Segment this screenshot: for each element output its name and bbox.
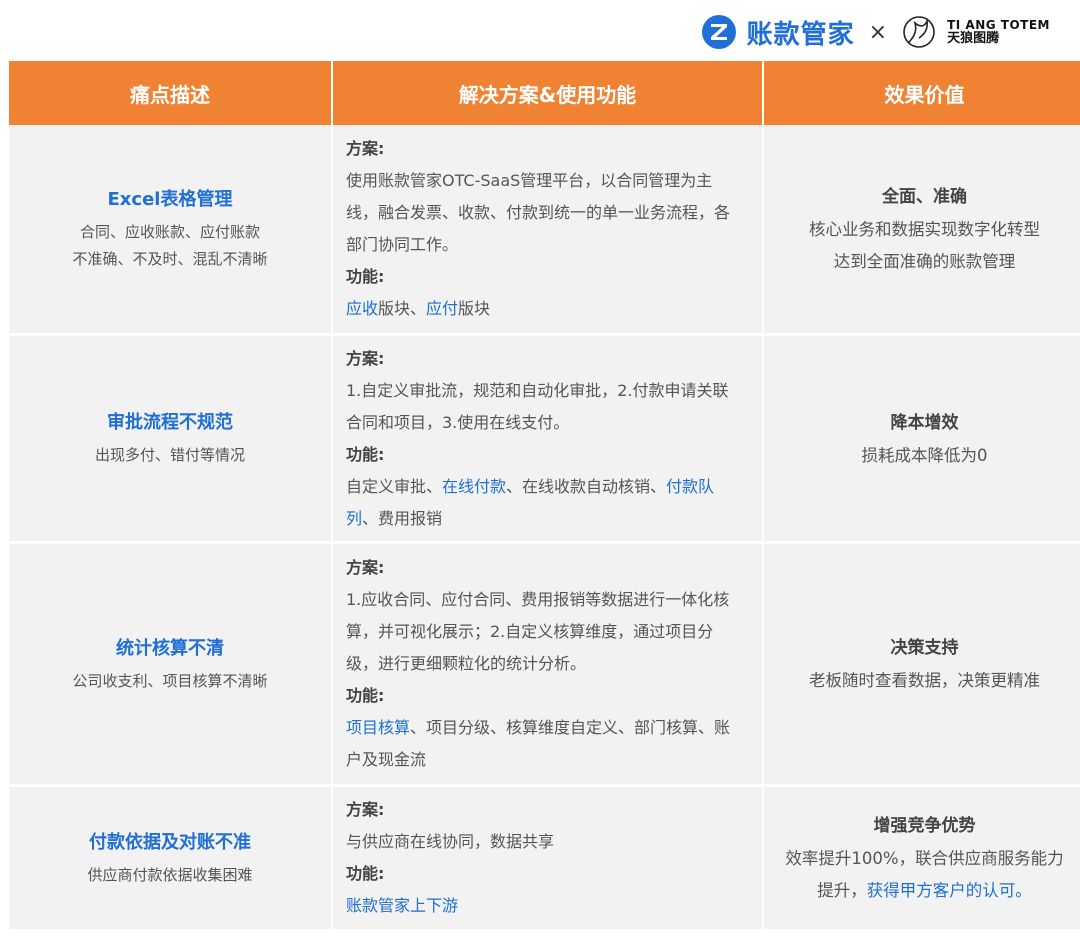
app-name: 账款管家 — [746, 19, 855, 50]
function-list: 应收版块、应付版块 — [346, 293, 742, 325]
plan-text: 使用账款管家OTC-SaaS管理平台，以合同管理为主线，融合发票、收款、付款到统… — [346, 171, 731, 254]
function-link[interactable]: 项目核算 — [346, 718, 410, 737]
value-title: 决策支持 — [890, 638, 959, 658]
solution-table: 痛点描述 解决方案&使用功能 效果价值 Excel表格管理 合同、应收账款、应付… — [9, 61, 1080, 932]
plan-text: 与供应商在线协同，数据共享 — [346, 832, 555, 851]
pain-cell: 审批流程不规范 出现多付、错付等情况 — [9, 336, 333, 544]
value-cell: 决策支持 老板随时查看数据，决策更精准 — [764, 544, 1080, 787]
pain-cell: 统计核算不清 公司收支利、项目核算不清晰 — [9, 544, 333, 787]
plan-label: 方案: — [346, 139, 385, 158]
table-row: Excel表格管理 合同、应收账款、应付账款 不准确、不及时、混乱不清晰 方案:… — [9, 125, 1080, 336]
function-label: 功能: — [346, 864, 385, 883]
value-cell: 降本增效 损耗成本降低为0 — [764, 336, 1080, 544]
table-row: 统计核算不清 公司收支利、项目核算不清晰 方案: 1.应收合同、应付合同、费用报… — [9, 544, 1080, 787]
function-list: 自定义审批、在线付款、在线收款自动核销、付款队列、费用报销 — [346, 471, 742, 535]
function-list: 项目核算、项目分级、核算维度自定义、部门核算、账户及现金流 — [346, 712, 742, 776]
pain-title: Excel表格管理 — [107, 189, 233, 210]
solution-cell: 方案: 使用账款管家OTC-SaaS管理平台，以合同管理为主线，融合发票、收款、… — [333, 125, 764, 336]
pain-title: 付款依据及对账不准 — [89, 831, 251, 853]
pain-desc-line: 供应商付款依据收集困难 — [87, 865, 253, 884]
function-label: 功能: — [346, 686, 385, 705]
pain-desc-line: 不准确、不及时、混乱不清晰 — [72, 250, 268, 268]
pain-title: 统计核算不清 — [116, 637, 224, 659]
value-desc-link[interactable]: 获得甲方客户的认可。 — [867, 881, 1032, 900]
plan-text: 1.应收合同、应付合同、费用报销等数据进行一体化核算，并可视化展示；2.自定义核… — [346, 590, 730, 673]
plan-text: 1.自定义审批流，规范和自动化审批，2.付款申请关联合同和项目，3.使用在线支付… — [346, 380, 729, 432]
plan-label: 方案: — [346, 558, 385, 577]
partner-name-en: TI ANG TOTEM — [947, 18, 1050, 32]
function-list: 账款管家上下游 — [346, 890, 742, 922]
value-title: 全面、准确 — [882, 187, 967, 207]
function-label: 功能: — [346, 267, 385, 286]
solution-cell: 方案: 1.自定义审批流，规范和自动化审批，2.付款申请关联合同和项目，3.使用… — [333, 336, 764, 544]
zhangkuan-logo-icon — [701, 15, 736, 49]
brand-logos: 账款管家 × TI ANG TOTEM 天狼图腾 — [701, 12, 1050, 52]
function-text: 、费用报销 — [362, 508, 443, 528]
pain-title: 审批流程不规范 — [107, 412, 233, 433]
times-sign: × — [868, 19, 888, 45]
function-text: 、在线收款自动核销、 — [506, 476, 667, 496]
function-label: 功能: — [346, 444, 385, 464]
value-cell: 全面、准确 核心业务和数据实现数字化转型 达到全面准确的账款管理 — [764, 125, 1080, 336]
wolf-totem-icon — [903, 16, 935, 48]
value-desc-line: 老板随时查看数据，决策更精准 — [809, 671, 1040, 690]
value-desc-line: 核心业务和数据实现数字化转型 — [809, 220, 1040, 239]
value-desc-line: 损耗成本降低为0 — [861, 445, 988, 465]
header-solution: 解决方案&使用功能 — [333, 61, 764, 125]
value-cell: 增强竞争优势 效率提升100%，联合供应商服务能力提升，获得甲方客户的认可。 — [764, 787, 1080, 932]
brand-bar: 账款管家 × TI ANG TOTEM 天狼图腾 — [0, 0, 1080, 60]
pain-cell: 付款依据及对账不准 供应商付款依据收集困难 — [9, 787, 333, 932]
pain-desc-line: 合同、应收账款、应付账款 — [79, 223, 260, 241]
partner-name-cn: 天狼图腾 — [947, 31, 1000, 46]
pain-desc-line: 公司收支利、项目核算不清晰 — [72, 671, 268, 690]
value-desc-line: 达到全面准确的账款管理 — [833, 252, 1016, 271]
partner-name: TI ANG TOTEM 天狼图腾 — [947, 18, 1050, 46]
value-title: 降本增效 — [890, 412, 959, 433]
function-text: 版块 — [458, 299, 491, 318]
plan-label: 方案: — [346, 348, 385, 368]
table-row: 付款依据及对账不准 供应商付款依据收集困难 方案: 与供应商在线协同，数据共享 … — [9, 787, 1080, 932]
table-row: 审批流程不规范 出现多付、错付等情况 方案: 1.自定义审批流，规范和自动化审批… — [9, 336, 1080, 544]
table-header-row: 痛点描述 解决方案&使用功能 效果价值 — [9, 61, 1080, 125]
function-text: 自定义审批、 — [346, 476, 443, 496]
header-pain: 痛点描述 — [9, 61, 333, 125]
pain-cell: Excel表格管理 合同、应收账款、应付账款 不准确、不及时、混乱不清晰 — [9, 125, 333, 336]
function-link[interactable]: 账款管家上下游 — [346, 896, 458, 915]
solution-cell: 方案: 与供应商在线协同，数据共享 功能: 账款管家上下游 — [333, 787, 764, 932]
function-link[interactable]: 在线付款 — [442, 477, 506, 496]
function-link[interactable]: 应付 — [426, 299, 458, 318]
value-desc: 效率提升100%，联合供应商服务能力提升，获得甲方客户的认可。 — [782, 843, 1067, 907]
function-link[interactable]: 应收 — [346, 299, 378, 318]
solution-cell: 方案: 1.应收合同、应付合同、费用报销等数据进行一体化核算，并可视化展示；2.… — [333, 544, 764, 787]
pain-desc-line: 出现多付、错付等情况 — [94, 446, 245, 464]
function-text: 版块、 — [378, 299, 427, 318]
value-title: 增强竞争优势 — [873, 816, 976, 836]
plan-label: 方案: — [346, 800, 385, 819]
header-value: 效果价值 — [764, 61, 1080, 125]
